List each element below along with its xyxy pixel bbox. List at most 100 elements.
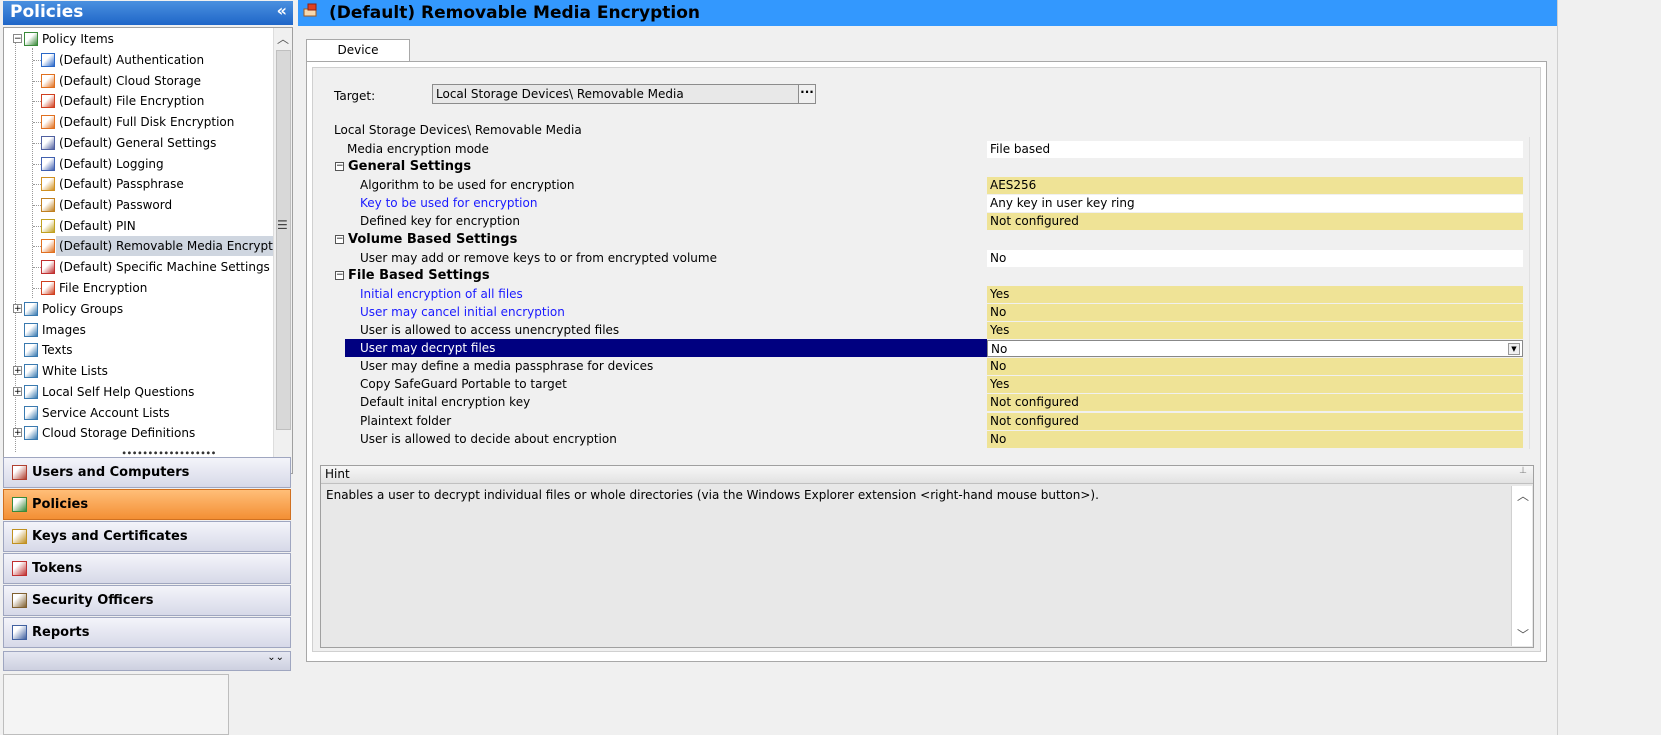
setting-value[interactable]: No: [987, 249, 1523, 267]
setting-value[interactable]: No: [987, 303, 1523, 321]
pin-icon[interactable]: ⊥: [1519, 466, 1527, 476]
settings-group-title: Local Storage Devices\ Removable Media: [334, 123, 582, 137]
tree-item[interactable]: Images: [4, 320, 270, 340]
grid-row[interactable]: Initial encryption of all files Yes: [333, 285, 1523, 303]
images-icon: [24, 322, 38, 337]
grid-row[interactable]: Key to be used for encryption Any key in …: [333, 194, 1523, 213]
nav-button-users-and-computers[interactable]: Users and Computers: [3, 457, 291, 488]
tree-item[interactable]: (Default) Authentication: [4, 50, 270, 70]
nav-button-tokens[interactable]: Tokens: [3, 553, 291, 584]
collapse-section-icon[interactable]: −: [335, 270, 344, 280]
setting-value[interactable]: No: [987, 430, 1523, 448]
panel-splitter[interactable]: ∙∙∙∙∙∙∙∙∙∙∙∙∙∙∙∙∙∙: [3, 448, 291, 459]
nav-button-security-officers[interactable]: Security Officers: [3, 585, 291, 616]
expand-icon[interactable]: +: [13, 366, 22, 376]
grid-row[interactable]: Plaintext folder Not configured: [333, 412, 1523, 430]
nav-button-label: Keys and Certificates: [32, 529, 188, 544]
hint-scrollbar[interactable]: ︿ ﹀: [1511, 486, 1532, 646]
setting-value[interactable]: Not configured: [987, 412, 1523, 430]
tree-item-label: Texts: [42, 343, 73, 358]
nav-button-policies[interactable]: Policies: [3, 489, 291, 520]
tree-item-label: (Default) General Settings: [59, 135, 217, 150]
tree-item[interactable]: (Default) Password: [4, 195, 270, 215]
grid-row[interactable]: Defined key for encryption Not configured: [333, 212, 1523, 231]
scrollbar-thumb[interactable]: [276, 50, 291, 430]
tree-item-label: Cloud Storage Definitions: [42, 426, 196, 441]
tree-item[interactable]: (Default) File Encryption: [4, 91, 270, 111]
tree-item[interactable]: (Default) Removable Media Encryption: [4, 236, 292, 257]
expand-icon[interactable]: +: [13, 428, 22, 438]
collapse-panel-button[interactable]: «: [277, 1, 287, 20]
grid-section[interactable]: − General Settings: [333, 158, 1523, 176]
grid-section[interactable]: − File Based Settings: [333, 267, 1523, 285]
setting-value[interactable]: Yes: [987, 285, 1523, 303]
grid-section[interactable]: − Volume Based Settings: [333, 231, 1523, 249]
setting-value[interactable]: AES256: [987, 177, 1523, 195]
tree-item[interactable]: Texts: [4, 340, 270, 360]
tree-item[interactable]: (Default) Full Disk Encryption: [4, 112, 270, 132]
setting-value[interactable]: Yes: [987, 376, 1523, 394]
scroll-down-icon[interactable]: ﹀: [1517, 626, 1529, 643]
nav-button-reports[interactable]: Reports: [3, 617, 291, 648]
tree-item[interactable]: Service Account Lists: [4, 403, 270, 423]
collapse-icon[interactable]: −: [13, 34, 22, 44]
grid-row[interactable]: User is allowed to access unencrypted fi…: [333, 321, 1523, 339]
tree-item[interactable]: + Policy Groups: [4, 299, 270, 319]
scroll-up-icon[interactable]: ︿: [277, 30, 289, 47]
setting-value[interactable]: Any key in user key ring: [987, 195, 1523, 213]
tree-item[interactable]: (Default) General Settings: [4, 133, 270, 153]
target-field[interactable]: Local Storage Devices\ Removable Media: [432, 84, 799, 104]
grid-row[interactable]: Default inital encryption key Not configu…: [333, 393, 1523, 412]
setting-value-text: No: [990, 359, 1007, 374]
tree-item[interactable]: (Default) Passphrase: [4, 174, 270, 194]
nav-button-label: Users and Computers: [32, 465, 190, 480]
grid-row[interactable]: User is allowed to decide about encrypti…: [333, 430, 1523, 448]
nav-button-keys-and-certificates[interactable]: Keys and Certificates: [3, 521, 291, 552]
tree-item[interactable]: (Default) Specific Machine Settings: [4, 257, 270, 277]
disk-encryption-icon: [41, 115, 55, 130]
grid-row[interactable]: Algorithm to be used for encryption AES25…: [333, 176, 1523, 195]
expand-icon[interactable]: +: [13, 386, 22, 396]
setting-value[interactable]: Yes: [987, 322, 1523, 339]
setting-value-dropdown[interactable]: No ▼: [987, 340, 1523, 358]
tree-item[interactable]: − Policy Items: [4, 29, 270, 49]
browse-button[interactable]: ···: [798, 84, 816, 104]
tree-item[interactable]: + Local Self Help Questions: [4, 382, 270, 402]
tree-item[interactable]: (Default) PIN: [4, 216, 270, 236]
setting-value-text: Not configured: [990, 395, 1079, 410]
tree-item-label: (Default) Logging: [59, 156, 164, 171]
nav-button-label: Policies: [32, 497, 89, 512]
grid-row[interactable]: User may decrypt files No ▼: [333, 339, 1523, 358]
tab-device-protection[interactable]: Device Protection: [306, 39, 410, 78]
tree-scrollbar[interactable]: ︿ ☰ ﹀: [273, 28, 292, 473]
grid-row[interactable]: User may cancel initial encryption No: [333, 303, 1523, 321]
setting-value[interactable]: No: [987, 358, 1523, 376]
dropdown-arrow-icon[interactable]: ▼: [1508, 343, 1520, 356]
scroll-up-icon[interactable]: ︿: [1517, 487, 1529, 504]
setting-value[interactable]: Not configured: [987, 213, 1523, 231]
collapse-section-icon[interactable]: −: [335, 234, 344, 244]
tree-item[interactable]: (Default) Cloud Storage: [4, 71, 270, 91]
grid-row[interactable]: Copy SafeGuard Portable to target Yes: [333, 375, 1523, 394]
grid-row[interactable]: User may add or remove keys to or from e…: [333, 249, 1523, 267]
tree-item-label: Images: [42, 322, 86, 337]
expand-icon[interactable]: +: [13, 304, 22, 314]
setting-label: User is allowed to decide about encrypti…: [360, 431, 617, 446]
tree-item-label: (Default) Full Disk Encryption: [59, 115, 235, 130]
section-label: File Based Settings: [348, 267, 490, 283]
tree-item[interactable]: + Cloud Storage Definitions: [4, 423, 270, 443]
help-questions-icon: [24, 384, 38, 399]
setting-value[interactable]: Not configured: [987, 394, 1523, 412]
scroll-grip-icon: ☰: [277, 218, 288, 232]
setting-label: Media encryption mode: [347, 142, 489, 156]
grid-row[interactable]: Media encryption mode File based: [333, 140, 1523, 158]
tree-item[interactable]: (Default) Logging: [4, 154, 270, 174]
reports-icon: [12, 625, 27, 640]
tree-item[interactable]: File Encryption: [4, 278, 270, 298]
collapse-section-icon[interactable]: −: [335, 162, 344, 172]
grid-row[interactable]: User may define a media passphrase for d…: [333, 357, 1523, 376]
chevron-down-icon[interactable]: ⌄⌄: [267, 652, 284, 663]
setting-value[interactable]: File based: [987, 141, 1523, 158]
tree-item-label: White Lists: [42, 364, 108, 379]
tree-item[interactable]: + White Lists: [4, 361, 270, 381]
